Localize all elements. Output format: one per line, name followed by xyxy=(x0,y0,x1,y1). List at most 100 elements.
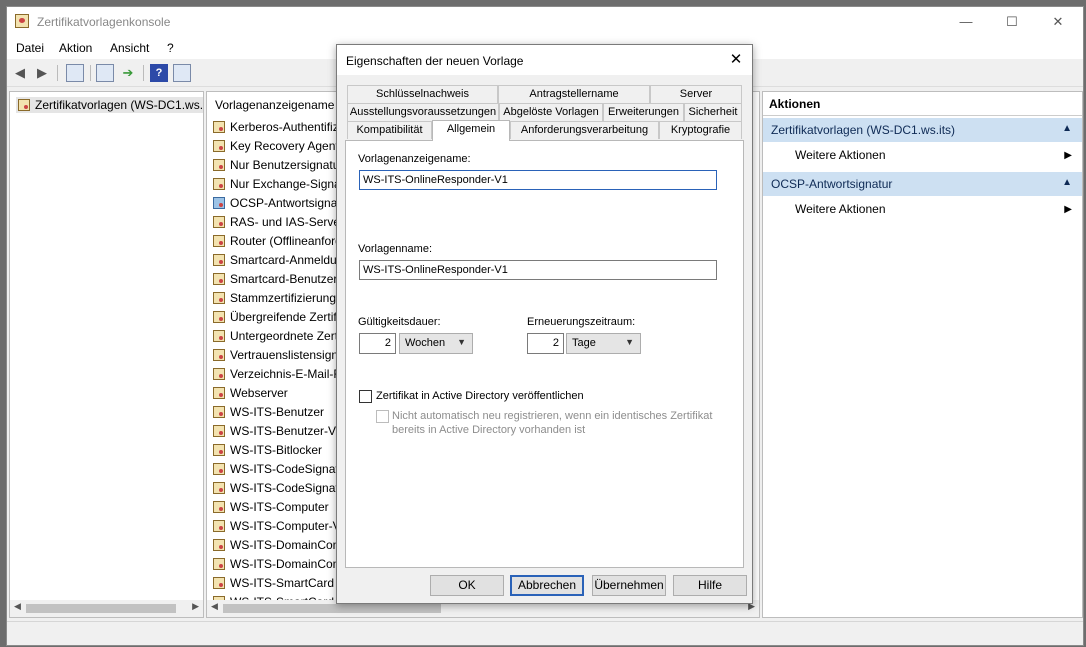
template-name: Webserver xyxy=(230,386,288,400)
template-name: Nur Benutzersignatur xyxy=(230,158,344,172)
certificate-template-icon xyxy=(213,121,225,133)
template-list-item[interactable]: Webserver xyxy=(213,384,288,403)
action-more-actions[interactable]: Weitere Aktionen ▶ xyxy=(795,202,1072,220)
certificate-template-icon xyxy=(213,425,225,437)
console-tree-icon[interactable] xyxy=(66,64,84,82)
template-list-item[interactable]: WS-ITS-SmartCard xyxy=(213,574,334,593)
action-more-actions[interactable]: Weitere Aktionen ▶ xyxy=(795,148,1072,166)
actions-pane: Aktionen Zertifikatvorlagen (WS-DC1.ws.i… xyxy=(762,91,1083,618)
tab-sicherheit[interactable]: Sicherheit xyxy=(684,103,742,121)
display-name-field[interactable]: WS-ITS-OnlineResponder-V1 xyxy=(359,170,717,190)
close-button[interactable]: ✕ xyxy=(1035,7,1081,37)
no-reenroll-checkbox[interactable] xyxy=(376,410,389,423)
minimize-button[interactable]: — xyxy=(943,7,989,37)
publish-ad-checkbox[interactable] xyxy=(359,390,372,403)
action-item-label: Weitere Aktionen xyxy=(795,202,886,216)
menu-aktion[interactable]: Aktion xyxy=(59,41,92,55)
tab-kryptografie[interactable]: Kryptografie xyxy=(659,121,742,139)
tab-schluesselnachweis[interactable]: Schlüsselnachweis xyxy=(347,85,498,103)
template-name-field[interactable]: WS-ITS-OnlineResponder-V1 xyxy=(359,260,717,280)
collapse-up-icon[interactable]: ▲ xyxy=(1062,123,1072,134)
scroll-thumb[interactable] xyxy=(26,604,176,613)
renewal-unit-value: Tage xyxy=(572,337,596,349)
renewal-unit-select[interactable]: Tage ▼ xyxy=(566,333,641,354)
template-list-item[interactable]: WS-ITS-CodeSignatur xyxy=(213,460,349,479)
apply-button[interactable]: Übernehmen xyxy=(592,575,666,596)
tab-anforderungsverarbeitung[interactable]: Anforderungsverarbeitung xyxy=(510,121,659,139)
certificate-template-icon xyxy=(213,254,225,266)
certificate-template-icon xyxy=(213,216,225,228)
template-name: OCSP-Antwortsignatur xyxy=(230,196,352,210)
tab-allgemein[interactable]: Allgemein xyxy=(432,120,510,141)
properties-icon[interactable] xyxy=(96,64,114,82)
ok-button[interactable]: OK xyxy=(430,575,504,596)
toolbar-separator xyxy=(90,65,91,81)
certificate-template-icon xyxy=(213,197,225,209)
tab-abgeloeste-vorlagen[interactable]: Abgelöste Vorlagen xyxy=(499,103,603,121)
template-list-item[interactable]: WS-ITS-CodeSignatur xyxy=(213,479,349,498)
export-list-icon[interactable]: ➔ xyxy=(119,64,137,82)
template-list-item[interactable]: WS-ITS-Benutzer-V2 xyxy=(213,422,343,441)
certificate-template-icon xyxy=(213,349,225,361)
certificate-template-icon xyxy=(213,292,225,304)
tab-ausstellungsvoraussetzungen[interactable]: Ausstellungsvoraussetzungen xyxy=(347,103,499,121)
collapse-up-icon[interactable]: ▲ xyxy=(1062,177,1072,188)
template-list-item[interactable]: Smartcard-Anmeldung xyxy=(213,251,350,270)
scroll-left-icon[interactable]: ◀ xyxy=(14,601,21,612)
scroll-thumb[interactable] xyxy=(223,604,441,613)
tree-item-templates[interactable]: Zertifikatvorlagen (WS-DC1.ws.its) xyxy=(16,97,203,113)
show-action-pane-icon[interactable] xyxy=(173,64,191,82)
help-icon[interactable]: ? xyxy=(150,64,168,82)
dialog-title: Eigenschaften der neuen Vorlage xyxy=(346,54,524,68)
toolbar-separator xyxy=(143,65,144,81)
template-list-item[interactable]: WS-ITS-DomainCon xyxy=(213,536,339,555)
template-list-item[interactable]: RAS- und IAS-Server xyxy=(213,213,344,232)
arrow-left-icon[interactable]: ◀ xyxy=(11,64,29,82)
cancel-button[interactable]: Abbrechen xyxy=(510,575,584,596)
window-title: Zertifikatvorlagenkonsole xyxy=(37,15,171,29)
arrow-right-icon[interactable]: ▶ xyxy=(33,64,51,82)
tab-erweiterungen[interactable]: Erweiterungen xyxy=(603,103,684,121)
certificate-template-icon xyxy=(213,159,225,171)
console-tree: Zertifikatvorlagen (WS-DC1.ws.its) ◀ ▶ xyxy=(9,91,204,618)
certificate-template-icon xyxy=(213,482,225,494)
template-name: WS-ITS-DomainCon xyxy=(230,538,340,552)
template-list-item[interactable]: Nur Exchange-Signatur xyxy=(213,175,355,194)
action-group-label: Zertifikatvorlagen (WS-DC1.ws.its) xyxy=(771,123,956,137)
template-list-item[interactable]: Nur Benutzersignatur xyxy=(213,156,343,175)
template-list-item[interactable]: WS-ITS-Computer xyxy=(213,498,329,517)
certificate-template-icon xyxy=(213,311,225,323)
scroll-left-icon[interactable]: ◀ xyxy=(211,601,218,612)
action-group-label: OCSP-Antwortsignatur xyxy=(771,177,893,191)
chevron-down-icon: ▼ xyxy=(625,337,634,347)
template-list-item[interactable]: WS-ITS-Benutzer xyxy=(213,403,324,422)
tab-server[interactable]: Server xyxy=(650,85,742,103)
template-name: WS-ITS-CodeSignatur xyxy=(230,481,350,495)
certificate-template-icon xyxy=(213,273,225,285)
tab-kompatibilitaet[interactable]: Kompatibilität xyxy=(347,121,432,139)
menu-help[interactable]: ? xyxy=(167,41,174,55)
template-list-item[interactable]: WS-ITS-Computer-V xyxy=(213,517,341,536)
action-group-ocsp[interactable]: OCSP-Antwortsignatur ▲ xyxy=(763,172,1082,196)
template-list-item[interactable]: Smartcard-Benutzer xyxy=(213,270,337,289)
certificate-template-icon xyxy=(213,368,225,380)
template-name: WS-ITS-Benutzer-V2 xyxy=(230,424,343,438)
menu-ansicht[interactable]: Ansicht xyxy=(110,41,149,55)
tree-hscrollbar[interactable]: ◀ ▶ xyxy=(10,600,203,617)
template-list-item[interactable]: WS-ITS-Bitlocker xyxy=(213,441,322,460)
certificate-template-icon xyxy=(213,387,225,399)
help-button[interactable]: Hilfe xyxy=(673,575,747,596)
tab-antragstellername[interactable]: Antragstellername xyxy=(498,85,650,103)
menu-datei[interactable]: Datei xyxy=(16,41,44,55)
template-list-item[interactable]: OCSP-Antwortsignatur xyxy=(213,194,351,213)
maximize-button[interactable]: ☐ xyxy=(989,7,1035,37)
dialog-close-button[interactable]: ✕ xyxy=(720,45,752,75)
renewal-number-field[interactable]: 2 xyxy=(527,333,564,354)
certificate-template-icon xyxy=(213,463,225,475)
template-list-item[interactable]: WS-ITS-DomainCon xyxy=(213,555,339,574)
scroll-right-icon[interactable]: ▶ xyxy=(192,601,199,612)
template-list-item[interactable]: Key Recovery Agent xyxy=(213,137,339,156)
validity-unit-select[interactable]: Wochen ▼ xyxy=(399,333,473,354)
validity-number-field[interactable]: 2 xyxy=(359,333,396,354)
action-group-templates[interactable]: Zertifikatvorlagen (WS-DC1.ws.its) ▲ xyxy=(763,118,1082,142)
